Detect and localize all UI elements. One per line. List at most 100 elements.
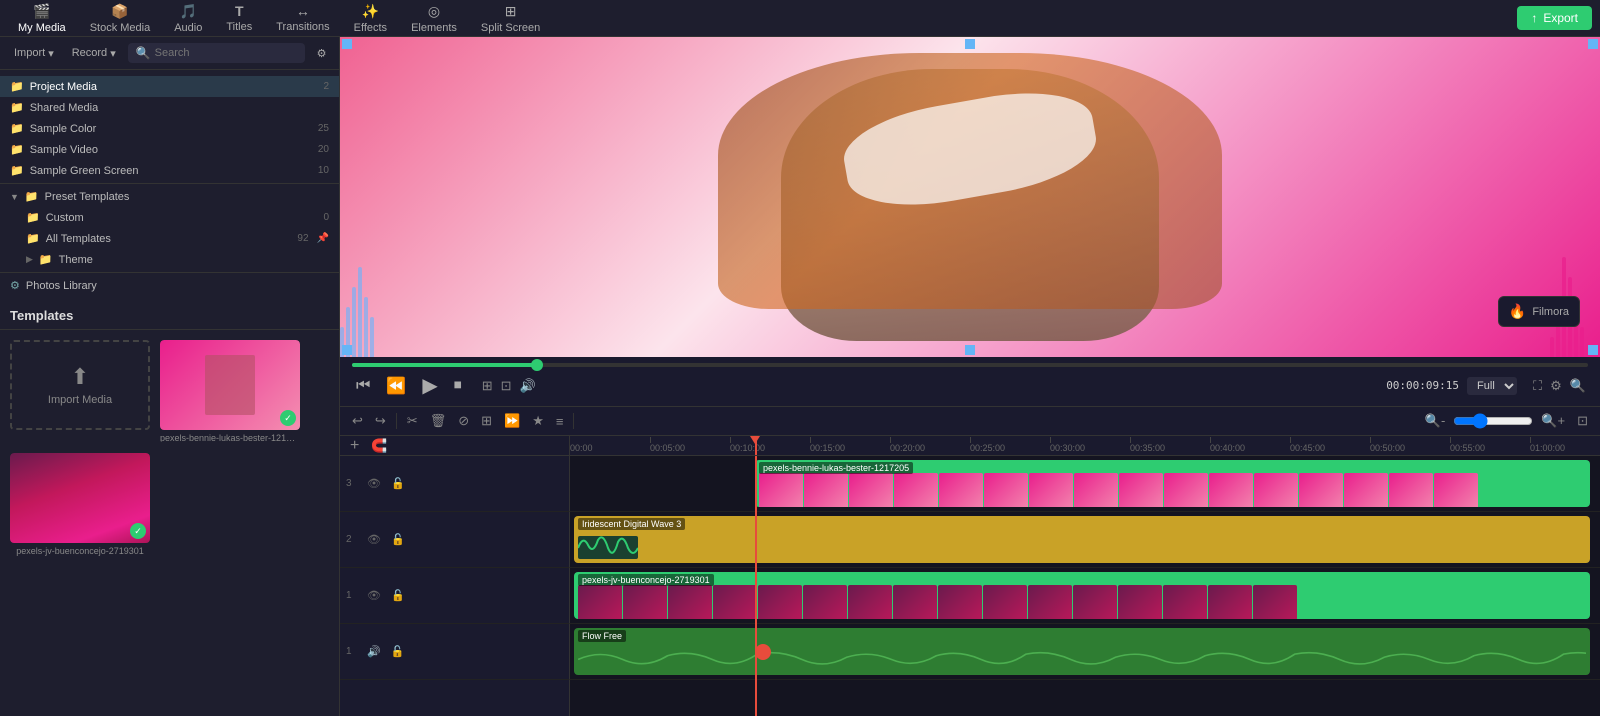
sidebar-item-sample-video[interactable]: 📁 Sample Video 20: [0, 139, 339, 160]
record-button[interactable]: Record ▾: [66, 44, 122, 63]
volume-button[interactable]: 🔊: [518, 376, 538, 396]
track1v-eye-button[interactable]: 👁: [364, 588, 384, 603]
timeline-body: + 🧲 3 👁 🔓 2 👁 🔓: [340, 436, 1600, 716]
snap-button[interactable]: ⊞: [480, 376, 495, 396]
sidebar-count-all-templates: 92: [297, 233, 308, 244]
preview-controls: ⏮ ⏪ ▶ ⏹ ⊞ ⊡ 🔊 00:00:09:15 Full: [340, 357, 1600, 406]
track3-lock-button[interactable]: 🔓: [388, 476, 408, 491]
tl-fit-button[interactable]: ⊡: [1573, 411, 1592, 431]
transitions-icon: ↔: [296, 3, 310, 19]
quality-select[interactable]: Full: [1467, 377, 1517, 395]
sidebar-count-sample-green-screen: 10: [318, 165, 329, 176]
search-box: 🔍: [128, 43, 305, 63]
nav-effects[interactable]: ✨ Effects: [344, 0, 397, 38]
sidebar-item-sample-green-screen[interactable]: 📁 Sample Green Screen 10: [0, 160, 339, 181]
view-controls: ⛶ ⚙ 🔍: [1531, 376, 1588, 396]
tl-crop-button[interactable]: ⊞: [477, 411, 496, 431]
nav-my-media[interactable]: 🎬 My Media: [8, 0, 76, 38]
sidebar-item-theme[interactable]: ▶ 📁 Theme: [0, 249, 339, 270]
sidebar-item-project-media[interactable]: 📁 Project Media 2: [0, 76, 339, 97]
export-button[interactable]: ↑ Export: [1517, 6, 1592, 30]
track3-eye-button[interactable]: 👁: [364, 476, 384, 491]
handle-bl[interactable]: [342, 345, 352, 355]
timeline-ruler[interactable]: 00:00 00:05:00 00:10:00: [570, 436, 1600, 456]
tracks-scroll-area[interactable]: pexels-bennie-lukas-bester-1217205: [570, 456, 1600, 716]
track-clip-1v[interactable]: pexels-jv-buenconcejo-2719301: [574, 572, 1590, 619]
sidebar-item-photos-library[interactable]: ⚙ Photos Library: [0, 275, 339, 296]
tl-zoom-out-button[interactable]: 🔍-: [1421, 411, 1450, 431]
current-time: 00:00:09:15: [1386, 379, 1459, 392]
nav-transitions[interactable]: ↔ Transitions: [266, 0, 339, 37]
flamora-label: Filmora: [1532, 306, 1569, 318]
media-thumb-video2: ✓: [10, 453, 150, 543]
tl-redo-button[interactable]: ↪: [371, 411, 390, 431]
track1m-lock-button[interactable]: 🔓: [388, 644, 408, 659]
track-row-2: Iridescent Digital Wave 3: [570, 512, 1600, 568]
handle-tl[interactable]: [342, 39, 352, 49]
top-navigation: 🎬 My Media 📦 Stock Media 🎵 Audio T Title…: [0, 0, 1600, 37]
sidebar-item-preset-templates[interactable]: ▼ 📁 Preset Templates: [0, 186, 339, 207]
sidebar-label-sample-video: Sample Video: [30, 144, 98, 156]
play-button[interactable]: ▶: [418, 371, 441, 400]
nav-elements[interactable]: ◎ Elements: [401, 0, 467, 38]
media-item-video1[interactable]: ✓ pexels-bennie-lukas-bester-1217205: [160, 340, 300, 443]
timeline-content-area: 00:00 00:05:00 00:10:00: [570, 436, 1600, 716]
tl-more-button[interactable]: ≡: [552, 412, 568, 431]
search-input[interactable]: [155, 47, 297, 59]
tl-speed-button[interactable]: ⏩: [500, 411, 524, 431]
tl-split-button[interactable]: ⊘: [454, 411, 473, 431]
track2-eye-button[interactable]: 👁: [364, 532, 384, 547]
folder-icon-preset: 📁: [25, 190, 39, 203]
record-chevron-icon: ▾: [110, 47, 116, 60]
sidebar-count-custom: 0: [323, 212, 329, 223]
sidebar-item-shared-media[interactable]: 📁 Shared Media: [0, 97, 339, 118]
nav-audio[interactable]: 🎵 Audio: [164, 0, 212, 38]
tl-undo-button[interactable]: ↩: [348, 411, 367, 431]
tl-delete-button[interactable]: 🗑: [426, 411, 451, 431]
scrubber-bar[interactable]: [352, 363, 1588, 367]
sidebar-item-custom[interactable]: 📁 Custom 0: [0, 207, 339, 228]
track-clip-2[interactable]: Iridescent Digital Wave 3: [574, 516, 1590, 563]
track-clip-3[interactable]: pexels-bennie-lukas-bester-1217205: [755, 460, 1590, 507]
sidebar-item-all-templates[interactable]: 📁 All Templates 92 📌: [0, 228, 339, 249]
stop-button[interactable]: ⏹: [450, 375, 466, 397]
import-button[interactable]: Import ▾: [8, 44, 60, 63]
sidebar-label-project-media: Project Media: [30, 81, 97, 93]
handle-tm[interactable]: [965, 39, 975, 49]
sidebar-tree: 📁 Project Media 2 📁 Shared Media 📁 Sampl…: [0, 70, 339, 302]
nav-stock-media[interactable]: 📦 Stock Media: [80, 0, 161, 38]
folder-icon-video: 📁: [10, 143, 24, 156]
handle-bm[interactable]: [965, 345, 975, 355]
chevron-down-icon: ▼: [10, 192, 19, 202]
skip-back-button[interactable]: ⏮: [352, 375, 374, 397]
import-media-label: Import Media: [48, 394, 112, 406]
zoom-out-button[interactable]: 🔍: [1568, 376, 1588, 396]
step-back-button[interactable]: ⏪: [382, 374, 410, 398]
sidebar-item-sample-color[interactable]: 📁 Sample Color 25: [0, 118, 339, 139]
track2-lock-button[interactable]: 🔓: [388, 532, 408, 547]
nav-split-screen[interactable]: ⊞ Split Screen: [471, 0, 550, 38]
settings-button[interactable]: ⚙: [1548, 376, 1564, 396]
sidebar-label-preset-templates: Preset Templates: [45, 191, 130, 203]
scrubber-thumb[interactable]: [531, 359, 543, 371]
media-label-video2: pexels-jv-buenconcejo-2719301: [10, 546, 150, 556]
import-media-placeholder[interactable]: ⬆ Import Media: [10, 340, 150, 430]
media-item-video2[interactable]: ✓ pexels-jv-buenconcejo-2719301: [10, 453, 150, 556]
magnet-button[interactable]: 🧲: [367, 436, 391, 456]
handle-tr[interactable]: [1588, 39, 1598, 49]
filter-button[interactable]: ⚙: [311, 44, 333, 63]
sidebar-label-sample-color: Sample Color: [30, 123, 97, 135]
add-track-button[interactable]: +: [346, 436, 363, 457]
track1m-speaker-button[interactable]: 🔊: [364, 644, 384, 659]
tl-zoom-in-button[interactable]: 🔍+: [1537, 411, 1569, 431]
zoom-fit-button[interactable]: ⊡: [499, 376, 514, 396]
tl-zoom-slider[interactable]: [1453, 413, 1533, 429]
track1v-lock-button[interactable]: 🔓: [388, 588, 408, 603]
handle-br[interactable]: [1588, 345, 1598, 355]
audio-icon: 🎵: [180, 3, 197, 20]
fullscreen-button[interactable]: ⛶: [1531, 376, 1544, 396]
track-clip-1m[interactable]: Flow Free: [574, 628, 1590, 675]
tl-cut-button[interactable]: ✂: [403, 411, 422, 431]
nav-titles[interactable]: T Titles: [216, 0, 262, 37]
tl-ai-button[interactable]: ★: [528, 411, 548, 431]
